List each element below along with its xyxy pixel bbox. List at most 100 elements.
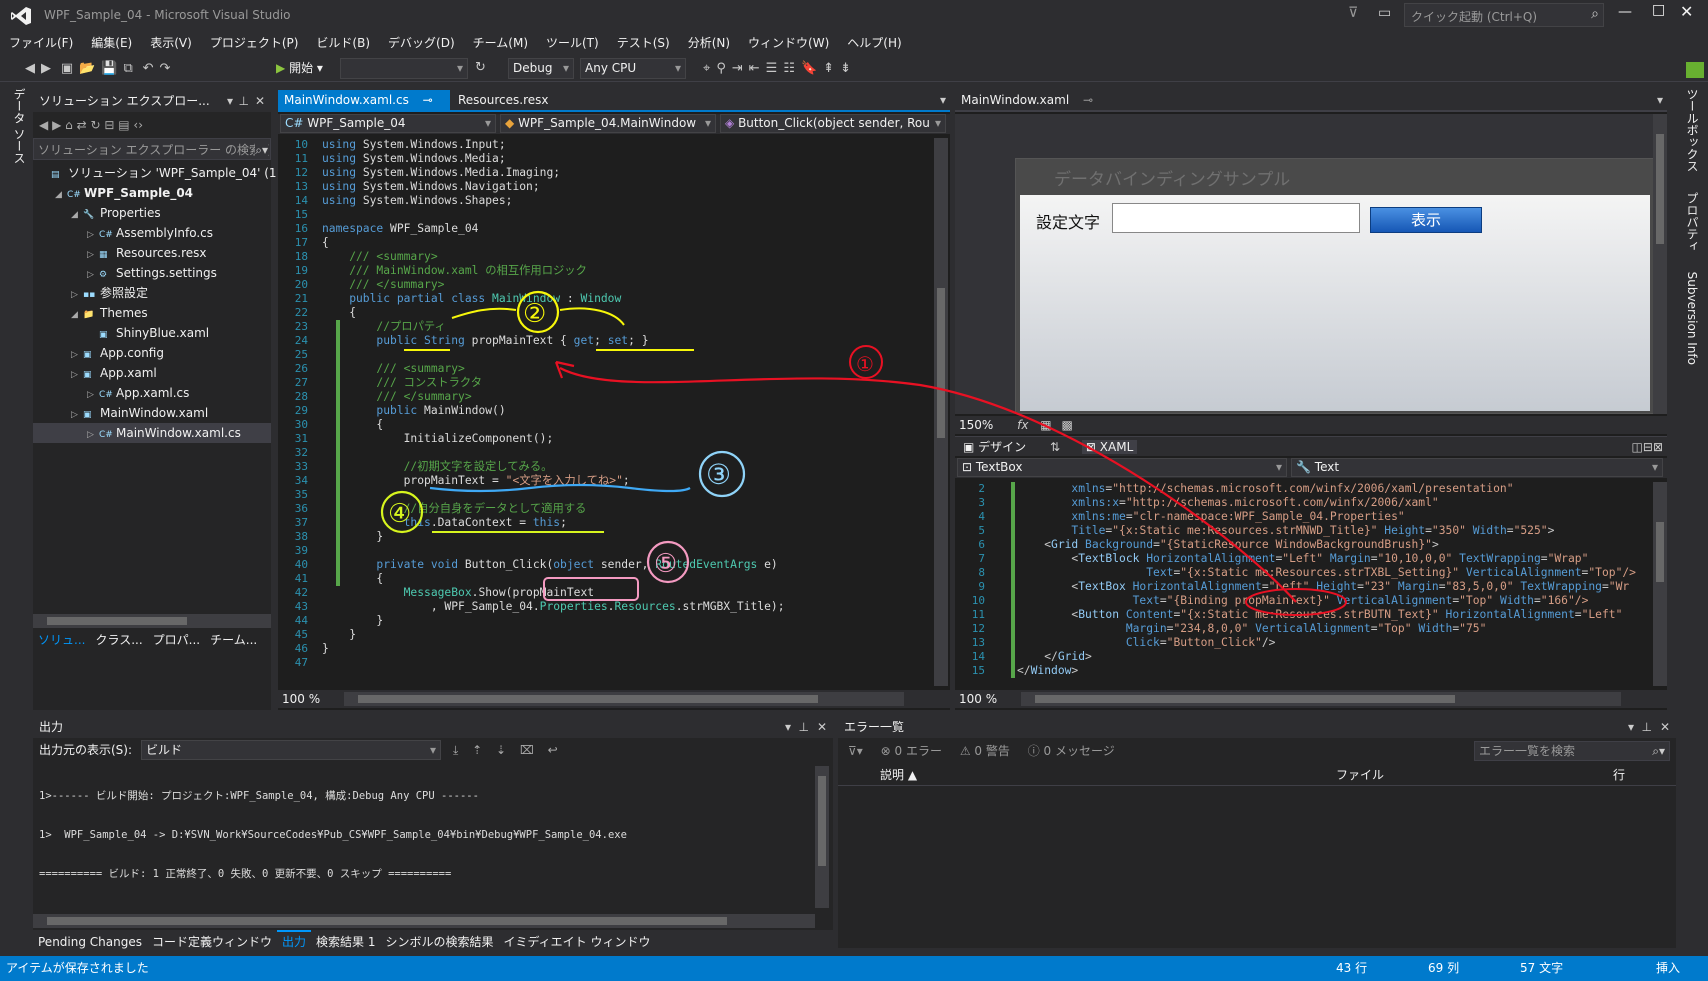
tree-item[interactable]: ▷ ▣ MainWindow.xaml xyxy=(33,403,271,423)
menu-team[interactable]: チーム(M) xyxy=(464,32,537,54)
tab-overflow-icon[interactable]: ▾ xyxy=(940,93,946,107)
tree-horizontal-scrollbar[interactable] xyxy=(33,614,271,628)
expand-arrow-icon[interactable]: ◢ xyxy=(71,305,83,325)
outdent-icon[interactable]: ⇤ xyxy=(749,58,760,79)
menu-build[interactable]: ビルド(B) xyxy=(307,32,379,54)
menu-debug[interactable]: デバッグ(D) xyxy=(379,32,464,54)
pin-icon[interactable]: ⊥ xyxy=(239,90,249,112)
output-horizontal-scrollbar[interactable] xyxy=(33,914,815,928)
tab-symbol-results[interactable]: シンボルの検索結果 xyxy=(380,932,498,952)
dropdown-icon[interactable]: ▾ xyxy=(1628,716,1634,738)
pin-icon[interactable]: ⊥ xyxy=(799,716,809,738)
forward-icon[interactable]: ▶ xyxy=(41,55,51,83)
close-icon[interactable]: ✕ xyxy=(1660,716,1670,738)
close-button[interactable]: ✕ xyxy=(1680,2,1700,21)
element-combo[interactable]: ⊡ TextBox xyxy=(957,458,1287,477)
dropdown-icon[interactable]: ▾ xyxy=(785,716,791,738)
back-icon[interactable]: ◀ xyxy=(39,118,48,132)
undo-icon[interactable]: ↶ xyxy=(143,55,154,83)
expand-arrow-icon[interactable]: ▷ xyxy=(87,265,99,285)
design-vertical-scrollbar[interactable] xyxy=(1653,114,1667,414)
platform-combo[interactable]: Any CPU xyxy=(580,58,686,79)
menu-help[interactable]: ヘルプ(H) xyxy=(838,32,910,54)
tree-item[interactable]: ▷ ▣ App.config xyxy=(33,343,271,363)
expand-arrow-icon[interactable]: ▷ xyxy=(87,425,99,445)
config-combo[interactable]: Debug xyxy=(508,58,574,79)
close-icon[interactable]: ✕ xyxy=(255,90,265,112)
browse-icon[interactable]: ⚲ xyxy=(716,58,726,79)
filter-icon[interactable]: ⊽▾ xyxy=(848,744,863,758)
expand-arrow-icon[interactable]: ▷ xyxy=(71,345,83,365)
expand-arrow-icon[interactable]: ▷ xyxy=(71,365,83,385)
forward-icon[interactable]: ▶ xyxy=(52,118,61,132)
tree-item[interactable]: ◢ 📁 Themes xyxy=(33,303,271,323)
tree-item[interactable]: ▷ ▪▪ 参照設定 xyxy=(33,283,271,303)
search-icon[interactable]: ⌕▾ xyxy=(255,139,268,159)
menu-view[interactable]: 表示(V) xyxy=(141,32,201,54)
tab-code-definition[interactable]: コード定義ウィンドウ xyxy=(147,932,277,952)
errors-filter-button[interactable]: ⊗ 0 エラー xyxy=(881,744,942,758)
word-wrap-icon[interactable]: ↩ xyxy=(548,743,558,757)
quick-launch-input[interactable]: クイック起動 (Ctrl+Q) ⌕ xyxy=(1404,3,1604,27)
tree-item[interactable]: ◢ 🔧 Properties xyxy=(33,203,271,223)
next-bookmark-icon[interactable]: ⇟ xyxy=(840,58,851,79)
redo-icon[interactable]: ↷ xyxy=(160,55,171,83)
filter-icon[interactable]: ⊽ xyxy=(1348,5,1358,21)
swap-icon[interactable]: ⇅ xyxy=(1050,440,1060,454)
menu-project[interactable]: プロジェクト(P) xyxy=(201,32,308,54)
menu-file[interactable]: ファイル(F) xyxy=(0,32,82,54)
show-all-icon[interactable]: ▤ xyxy=(118,118,129,132)
code-area[interactable]: 10 using System.Windows.Input; 11 using Sys… xyxy=(278,138,930,686)
preview-textbox[interactable] xyxy=(1112,203,1360,233)
property-combo[interactable]: 🔧 Text xyxy=(1291,458,1663,477)
find-in-output-icon[interactable]: ⤓ xyxy=(453,743,458,757)
back-icon[interactable]: ◀ xyxy=(25,55,35,83)
tab-overflow-icon[interactable]: ▾ xyxy=(1657,93,1663,107)
prev-bookmark-icon[interactable]: ⇞ xyxy=(823,58,834,79)
prev-message-icon[interactable]: ⇡ xyxy=(472,743,482,757)
xaml-horizontal-scrollbar[interactable] xyxy=(1021,692,1621,706)
expand-arrow-icon[interactable]: ▷ xyxy=(87,385,99,405)
search-icon[interactable]: ⌕▾ xyxy=(1652,742,1665,760)
tab-class-view[interactable]: クラス... xyxy=(90,630,147,650)
design-view-tab[interactable]: ▣ デザイン xyxy=(963,440,1026,454)
tree-item[interactable]: ▷ ⚙ Settings.settings xyxy=(33,263,271,283)
editor-horizontal-scrollbar[interactable] xyxy=(344,692,904,706)
grid-icon[interactable]: ▦ xyxy=(1040,418,1051,432)
properties-rail-tab[interactable]: プロパティ xyxy=(1685,192,1699,252)
find-icon[interactable]: ⌖ xyxy=(703,58,710,79)
tab-property-manager[interactable]: プロパ... xyxy=(148,630,205,650)
pin-icon[interactable]: ⊸ xyxy=(1083,93,1093,107)
menu-edit[interactable]: 編集(E) xyxy=(82,32,141,54)
uncomment-icon[interactable]: ☷ xyxy=(783,58,795,79)
fx-icon[interactable]: fx xyxy=(1017,418,1028,432)
indent-icon[interactable]: ⇥ xyxy=(732,58,743,79)
output-text[interactable]: 1>------ ビルド開始: プロジェクト:WPF_Sample_04, 構成… xyxy=(33,762,833,909)
xaml-code-area[interactable]: 2 xmlns="http://schemas.microsoft.com/wi… xyxy=(955,482,1651,686)
tab-immediate-window[interactable]: イミディエイト ウィンドウ xyxy=(498,932,655,952)
toolbox-rail-tab[interactable]: ツールボックス xyxy=(1685,88,1699,172)
menu-test[interactable]: テスト(S) xyxy=(608,32,679,54)
save-all-icon[interactable]: ⧉ xyxy=(124,55,133,83)
expand-arrow-icon[interactable]: ◢ xyxy=(71,205,83,225)
refresh-icon[interactable]: ↻ xyxy=(475,60,486,75)
tab-mainwindow-xaml-cs[interactable]: MainWindow.xaml.cs ⊸ ✕ xyxy=(278,90,450,128)
tree-item[interactable]: ▷ ▦ Resources.resx xyxy=(33,243,271,263)
editor-zoom[interactable]: 100 % xyxy=(282,692,320,706)
collapse-icon[interactable]: ⊟ xyxy=(104,118,114,132)
feedback-icon[interactable]: ▭ xyxy=(1378,5,1391,21)
output-source-combo[interactable]: ビルド xyxy=(141,740,441,760)
sync-icon[interactable]: ⇄ xyxy=(77,118,87,132)
xaml-vertical-scrollbar[interactable] xyxy=(1653,482,1667,686)
svn-rail-tab[interactable]: Subversion Info xyxy=(1685,272,1699,365)
pin-icon[interactable]: ⊸ xyxy=(423,93,433,107)
expand-arrow-icon[interactable]: ▷ xyxy=(71,405,83,425)
search-icon[interactable]: ⌕ xyxy=(1591,6,1599,22)
save-icon[interactable]: 💾 xyxy=(101,55,117,83)
close-icon[interactable]: ✕ xyxy=(817,716,827,738)
expand-arrow-icon[interactable]: ▷ xyxy=(87,245,99,265)
column-line[interactable]: 行 xyxy=(1613,764,1625,786)
open-icon[interactable]: 📂 xyxy=(79,55,95,83)
bookmark-icon[interactable]: 🔖 xyxy=(801,58,817,79)
solution-search-input[interactable]: ソリューション エクスプローラー の検索 (Ctrl+;) ⌕▾ xyxy=(33,138,271,160)
